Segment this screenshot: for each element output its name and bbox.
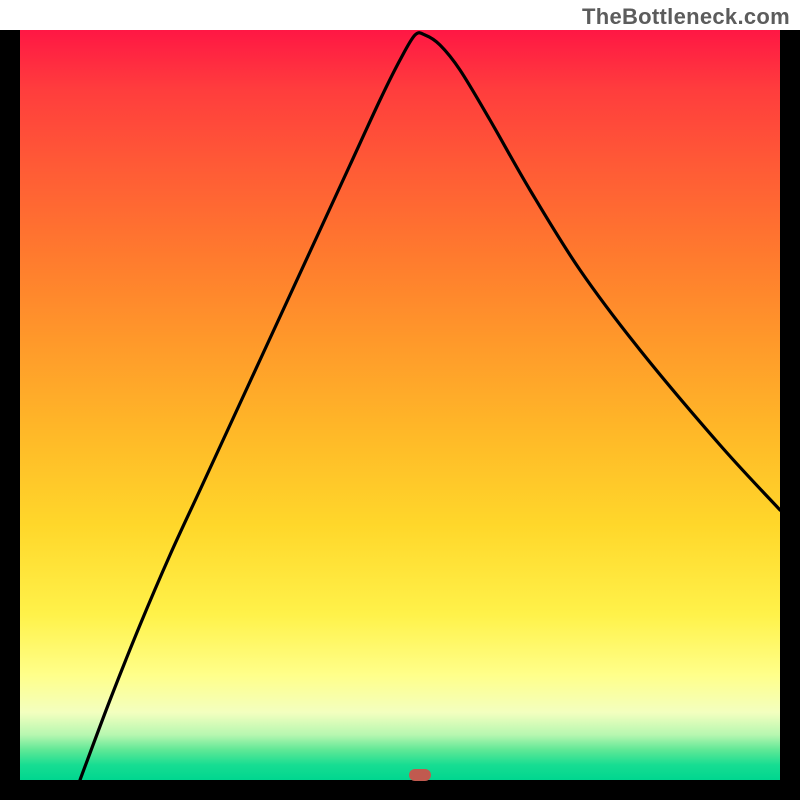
optimal-point-marker [409,769,431,781]
chart-plot-area [20,30,780,780]
curve-path [80,33,780,780]
bottleneck-curve [20,30,780,780]
chart-frame [0,30,800,800]
watermark-text: TheBottleneck.com [582,4,790,30]
